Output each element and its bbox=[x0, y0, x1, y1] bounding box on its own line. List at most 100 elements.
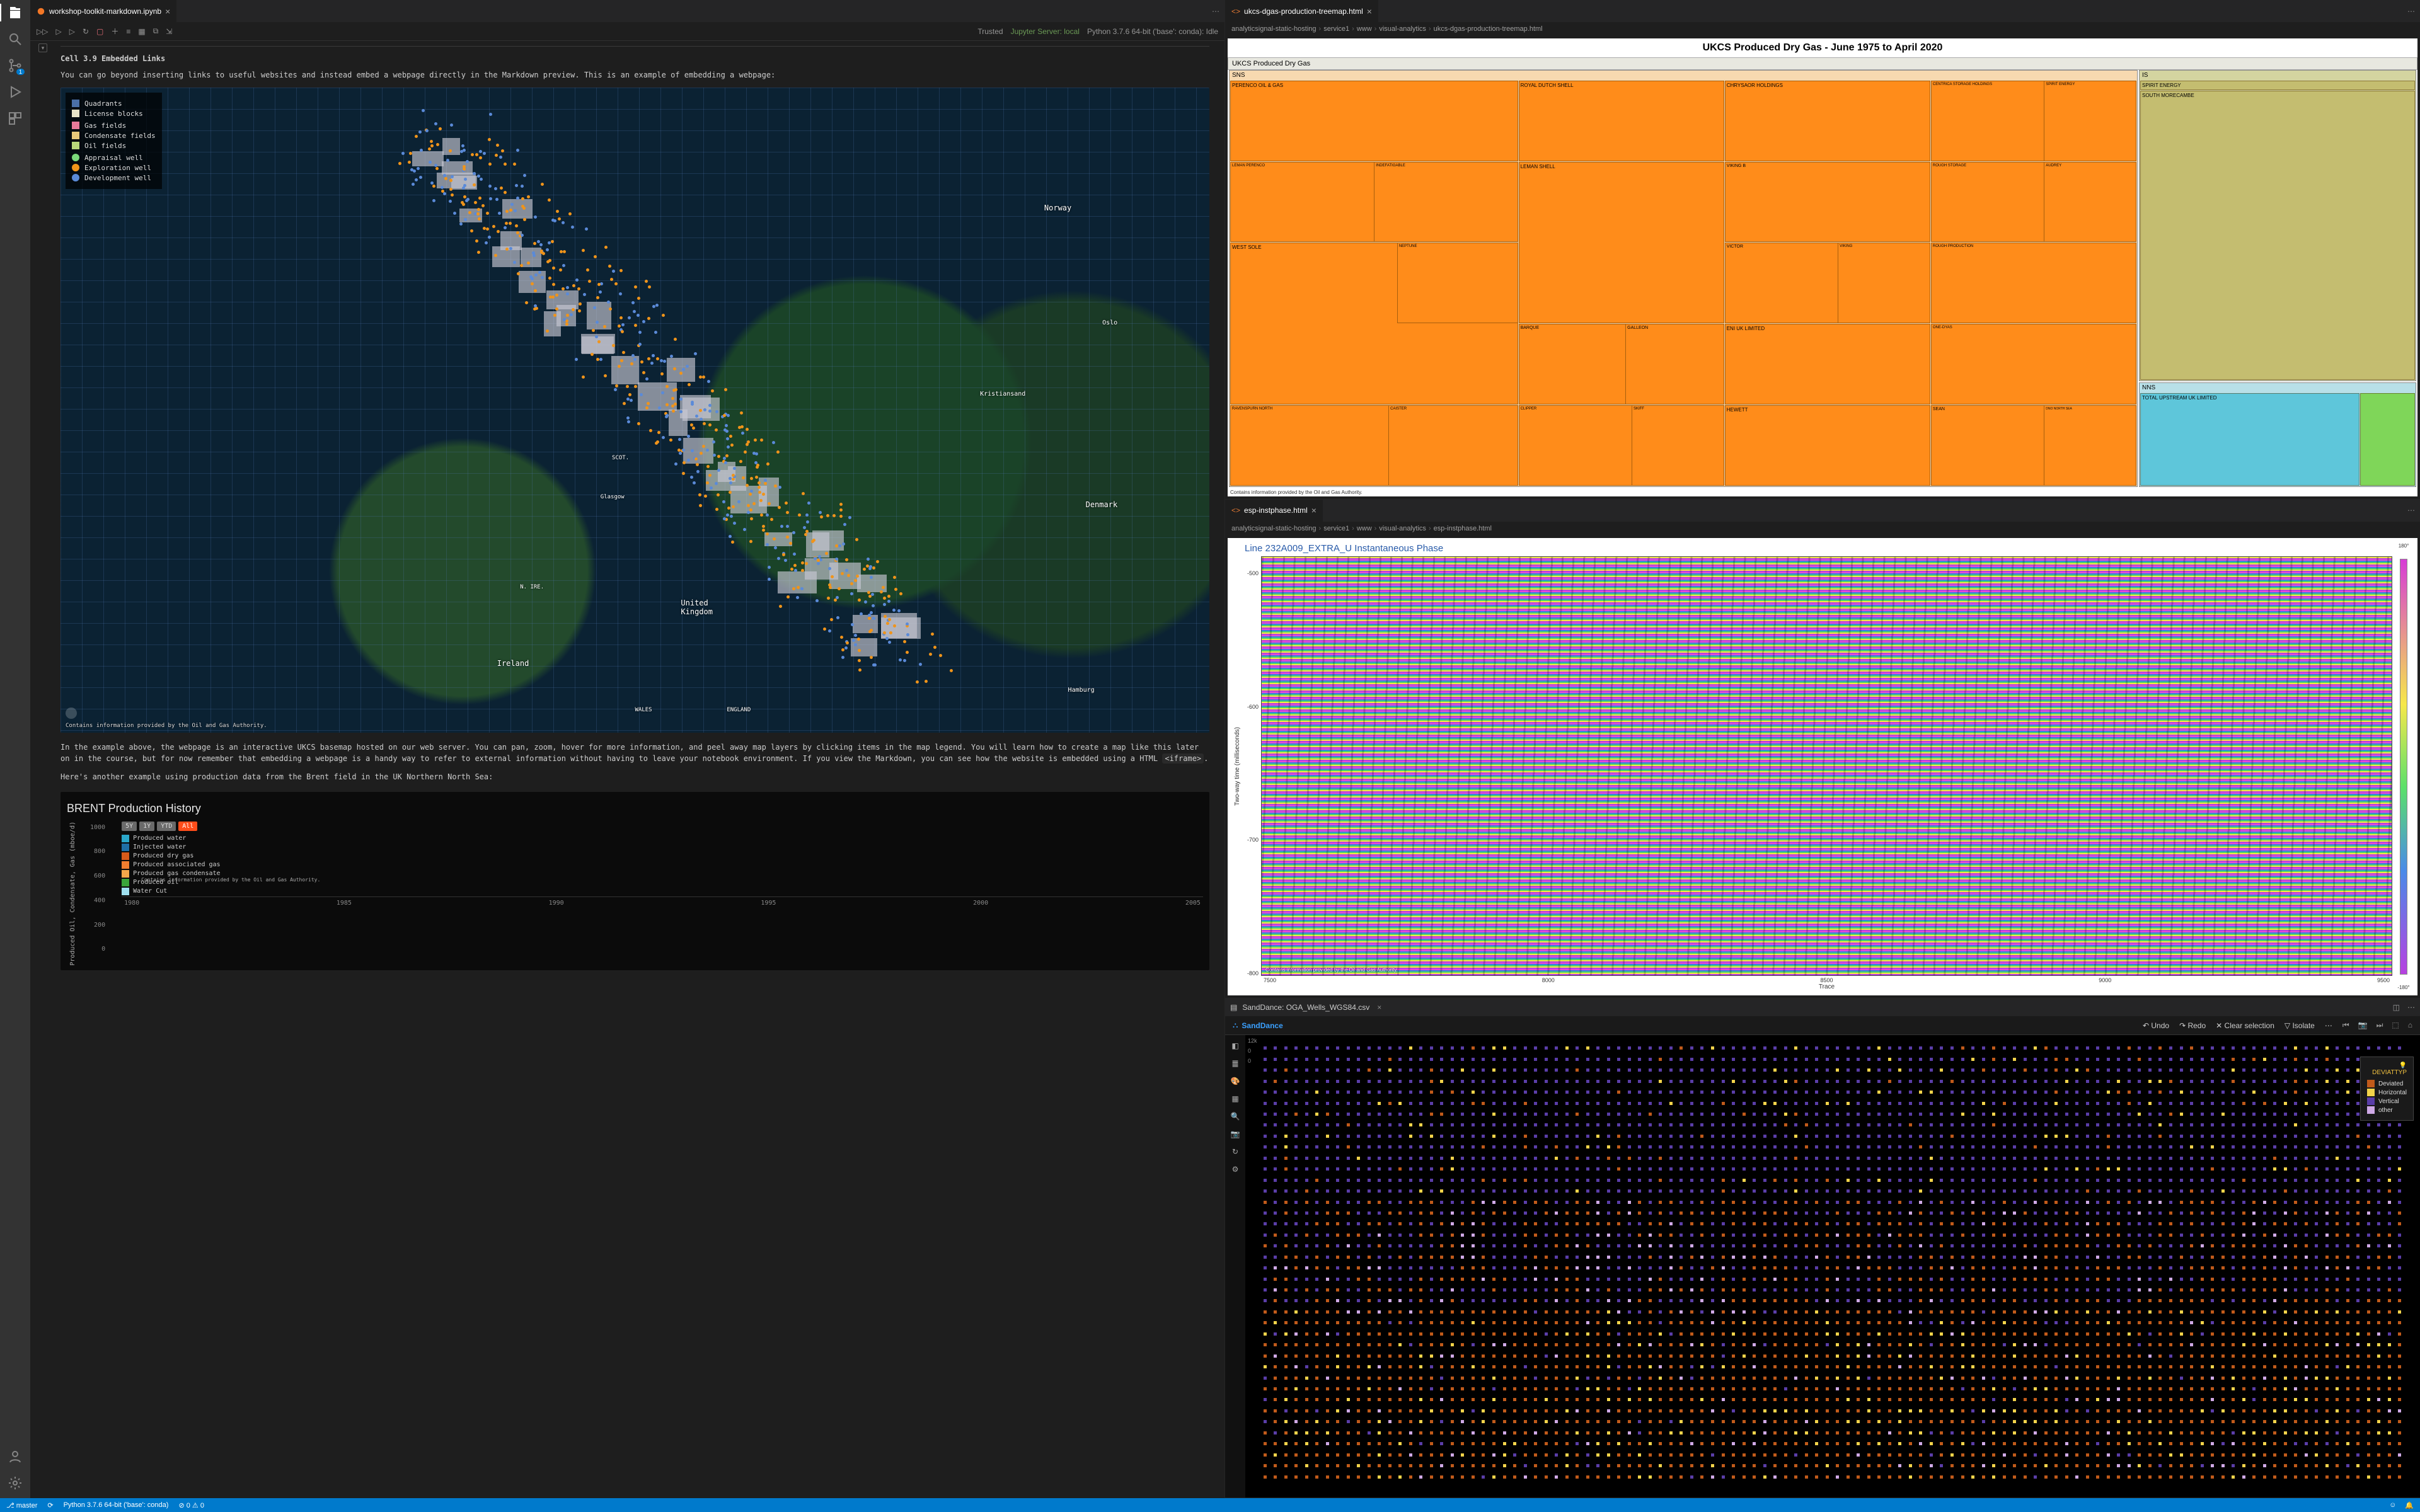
legend-item[interactable]: Produced associated gas bbox=[122, 861, 220, 869]
close-icon[interactable]: × bbox=[1367, 6, 1372, 16]
notifications-icon[interactable]: 🔔 bbox=[2405, 1501, 2414, 1509]
legend-item[interactable]: Horizontal bbox=[2367, 1089, 2407, 1096]
plotly-logo-icon[interactable] bbox=[66, 707, 77, 719]
restart-icon[interactable]: ↻ bbox=[83, 27, 89, 36]
settings-gear-icon[interactable] bbox=[8, 1475, 23, 1491]
range-selector: 5Y1YYTDAll bbox=[122, 822, 220, 831]
range-button-5y[interactable]: 5Y bbox=[122, 822, 137, 831]
range-button-all[interactable]: All bbox=[178, 822, 197, 831]
jupyter-server-status[interactable]: Jupyter Server: local bbox=[1011, 27, 1080, 36]
run-all-icon[interactable]: ▷▷ bbox=[37, 27, 48, 36]
add-cell-icon[interactable]: ＋ bbox=[111, 26, 118, 37]
search-icon[interactable]: 🔍 bbox=[1231, 1112, 1240, 1121]
legend-item[interactable]: Vertical bbox=[2367, 1097, 2407, 1105]
legend-item[interactable]: Water Cut bbox=[122, 888, 220, 895]
collapse-cell-icon[interactable]: ▾ bbox=[38, 43, 47, 52]
undo-button[interactable]: ↶ Undo bbox=[2143, 1021, 2169, 1030]
sync-status[interactable]: ⟳ bbox=[47, 1501, 53, 1509]
data-icon[interactable]: ䷀ bbox=[1232, 1059, 1239, 1068]
export-icon[interactable]: ⇲ bbox=[166, 27, 172, 36]
settings-icon[interactable]: ⚙ bbox=[1232, 1165, 1239, 1174]
chart-type-icon[interactable]: ◧ bbox=[1231, 1041, 1238, 1050]
sanddance-canvas[interactable] bbox=[1264, 1046, 2409, 1486]
sanddance-editor: ▤ SandDance: OGA_Wells_WGS84.csv × ◫ ⋯ ⛬… bbox=[1225, 999, 2420, 1498]
seismic-chart[interactable]: Two-way time (milliseconds) Line 232A009… bbox=[1228, 538, 2417, 996]
branch-status[interactable]: ⎇ master bbox=[6, 1501, 37, 1509]
close-icon[interactable]: × bbox=[165, 6, 170, 16]
next-icon[interactable]: ⏭ bbox=[2377, 1021, 2383, 1030]
run-debug-icon[interactable] bbox=[8, 84, 23, 100]
legend-item[interactable]: other bbox=[2367, 1106, 2407, 1114]
embedded-map[interactable]: Quadrants License blocks Gas fields Cond… bbox=[60, 88, 1209, 733]
treemap-root[interactable]: UKCS Produced Dry Gas bbox=[1228, 57, 2417, 70]
close-icon[interactable]: × bbox=[1311, 505, 1317, 515]
run-above-icon[interactable]: ▷ bbox=[55, 27, 61, 36]
sanddance-legend[interactable]: 💡 DEVIATTYP DeviatedHorizontalVerticalot… bbox=[2360, 1057, 2414, 1121]
activity-bar: 1 bbox=[0, 0, 30, 1498]
legend-item[interactable]: Injected water bbox=[122, 844, 220, 851]
tab-overflow-icon[interactable]: ⋯ bbox=[1207, 7, 1224, 16]
snapshot-icon[interactable]: 📷 bbox=[2358, 1021, 2368, 1030]
explorer-icon[interactable] bbox=[8, 5, 23, 20]
cube-view-icon[interactable]: ⬚ bbox=[2392, 1021, 2399, 1030]
brent-chart[interactable]: BRENT Production History Produced Oil, C… bbox=[60, 792, 1209, 971]
home-view-icon[interactable]: ⌂ bbox=[2408, 1021, 2412, 1030]
run-cell-icon[interactable]: ▷ bbox=[69, 27, 75, 36]
tab-overflow-icon[interactable]: ⋯ bbox=[2402, 506, 2420, 515]
breadcrumb[interactable]: analyticsignal-static-hosting›service1›w… bbox=[1225, 22, 2420, 36]
treemap-chart[interactable]: UKCS Produced Dry Gas - June 1975 to Apr… bbox=[1228, 38, 2417, 496]
breadcrumb-segment[interactable]: service1 bbox=[1323, 525, 1349, 532]
cell-up-icon[interactable]: ≡ bbox=[126, 27, 130, 36]
more-icon[interactable]: ⋯ bbox=[2325, 1021, 2332, 1030]
split-editor-icon[interactable]: ◫ bbox=[2393, 1003, 2400, 1012]
legend-lightbulb-icon[interactable]: 💡 bbox=[2399, 1062, 2407, 1069]
breadcrumb-segment[interactable]: www bbox=[1357, 25, 1372, 33]
range-button-1y[interactable]: 1Y bbox=[139, 822, 154, 831]
isolate-button[interactable]: ▽ Isolate bbox=[2285, 1021, 2315, 1030]
legend-item[interactable]: Produced dry gas bbox=[122, 852, 220, 860]
chart-legend[interactable]: Produced water Injected waterProduced dry… bbox=[122, 835, 220, 895]
kernel-status[interactable]: Python 3.7.6 64-bit ('base': conda): Idl… bbox=[1087, 27, 1218, 36]
color-icon[interactable]: 🎨 bbox=[1231, 1077, 1240, 1085]
close-icon[interactable]: × bbox=[1377, 1003, 1381, 1012]
breadcrumb-segment[interactable]: ukcs-dgas-production-treemap.html bbox=[1434, 25, 1543, 33]
camera-icon[interactable]: 📷 bbox=[1231, 1130, 1240, 1138]
breadcrumb-segment[interactable]: analyticsignal-static-hosting bbox=[1231, 525, 1317, 532]
heatmap-canvas[interactable]: Contains information provided by the Oil… bbox=[1261, 556, 2392, 976]
range-button-ytd[interactable]: YTD bbox=[157, 822, 176, 831]
breadcrumb-segment[interactable]: service1 bbox=[1323, 25, 1349, 33]
breadcrumb-segment[interactable]: www bbox=[1357, 525, 1372, 532]
interrupt-icon[interactable]: ▢ bbox=[96, 27, 103, 36]
history-icon[interactable]: ↻ bbox=[1232, 1147, 1238, 1156]
cell-down-icon[interactable]: ▦ bbox=[138, 27, 145, 36]
breadcrumb-segment[interactable]: esp-instphase.html bbox=[1434, 525, 1492, 532]
legend-item[interactable]: Deviated bbox=[2367, 1080, 2407, 1087]
python-env-status[interactable]: Python 3.7.6 64-bit ('base': conda) bbox=[64, 1501, 169, 1509]
source-control-icon[interactable]: 1 bbox=[8, 58, 23, 73]
sanddance-sidebar: ◧ ䷀ 🎨 ▦ 🔍 📷 ↻ ⚙ bbox=[1225, 1035, 1245, 1498]
variables-icon[interactable]: ⧉ bbox=[153, 26, 159, 36]
problems-status[interactable]: ⊘ 0 ⚠ 0 bbox=[178, 1501, 204, 1509]
legend-item[interactable]: Produced water bbox=[122, 835, 220, 842]
clear-selection-button[interactable]: ✕ Clear selection bbox=[2216, 1021, 2274, 1030]
trusted-status[interactable]: Trusted bbox=[977, 27, 1003, 36]
prev-icon[interactable]: ⏮ bbox=[2342, 1021, 2349, 1030]
tab-overflow-icon[interactable]: ⋯ bbox=[2402, 7, 2420, 16]
breadcrumb-segment[interactable]: analyticsignal-static-hosting bbox=[1231, 25, 1317, 33]
tab-seismic[interactable]: <> esp-instphase.html × bbox=[1225, 500, 1323, 522]
markdown-cell[interactable]: Cell 3.9 Embedded Links You can go beyon… bbox=[55, 41, 1224, 989]
account-icon[interactable] bbox=[8, 1449, 23, 1464]
breadcrumb-segment[interactable]: visual-analytics bbox=[1379, 525, 1426, 532]
grid-icon[interactable]: ▦ bbox=[1231, 1094, 1238, 1103]
tab-notebook[interactable]: workshop-toolkit-markdown.ipynb × bbox=[30, 0, 177, 22]
extensions-icon[interactable] bbox=[8, 111, 23, 126]
search-icon[interactable] bbox=[8, 32, 23, 47]
feedback-icon[interactable]: ☺ bbox=[2389, 1501, 2396, 1509]
tab-treemap[interactable]: <> ukcs-dgas-production-treemap.html × bbox=[1225, 0, 1379, 22]
map-legend[interactable]: Quadrants License blocks Gas fields Cond… bbox=[66, 93, 162, 189]
tab-overflow-icon[interactable]: ⋯ bbox=[2407, 1003, 2415, 1012]
chart-plot-area[interactable]: Contains information provided by the Oil… bbox=[122, 896, 1203, 897]
breadcrumb-segment[interactable]: visual-analytics bbox=[1379, 25, 1426, 33]
breadcrumb[interactable]: analyticsignal-static-hosting›service1›w… bbox=[1225, 522, 2420, 536]
redo-button[interactable]: ↷ Redo bbox=[2179, 1021, 2206, 1030]
